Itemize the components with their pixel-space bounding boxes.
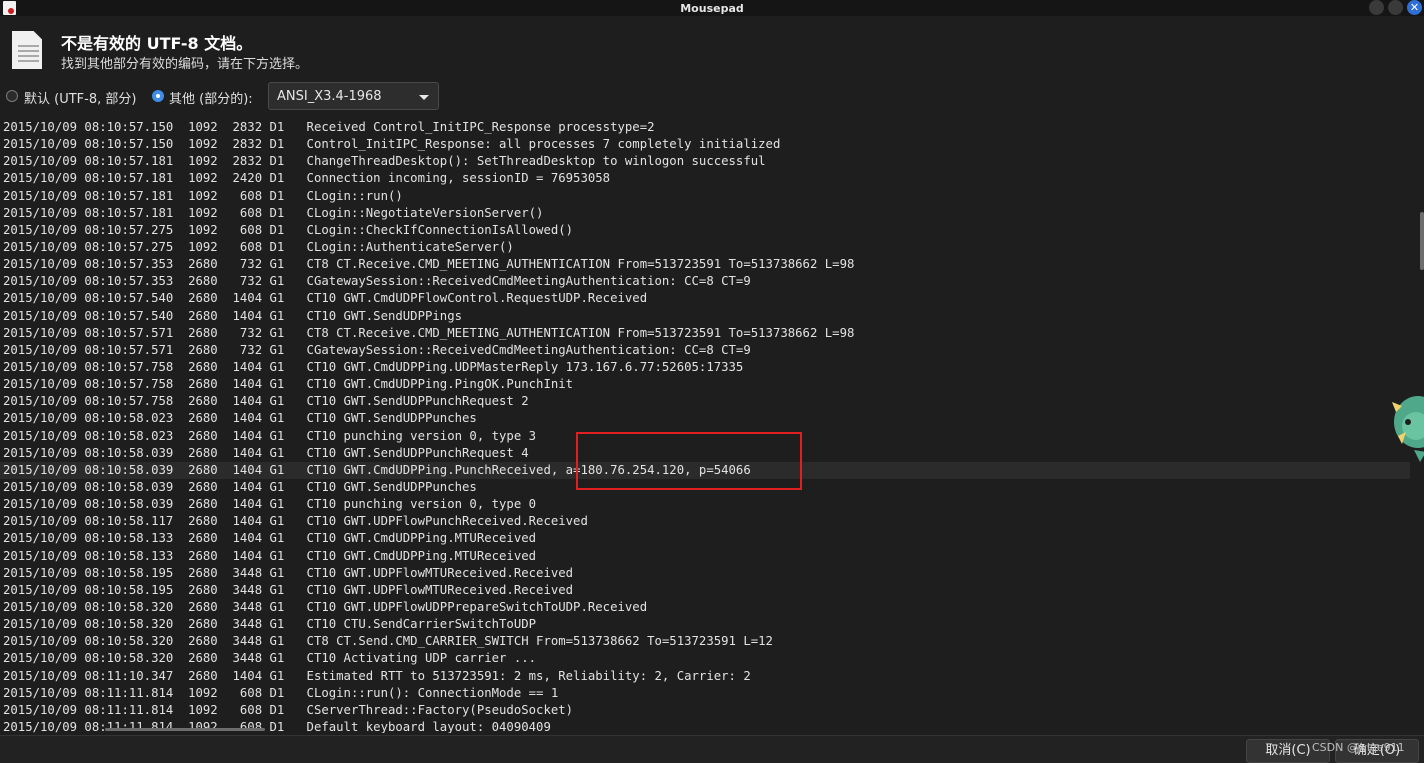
log-line: 2015/10/09 08:10:57.758 2680 1404 G1 CT1… [3, 377, 574, 392]
maximize-icon[interactable] [1388, 0, 1403, 15]
log-line: 2015/10/09 08:10:57.540 2680 1404 G1 CT1… [3, 308, 463, 323]
log-lines: 2015/10/09 08:10:57.150 1092 2832 D1 Rec… [0, 119, 1410, 733]
encoding-selector-row: 默认 (UTF-8, 部分) 其他 (部分的): ANSI_X3.4-1968 [0, 80, 1424, 112]
log-line: 2015/10/09 08:10:57.181 1092 608 D1 CLog… [3, 188, 403, 203]
log-line: 2015/10/09 08:10:58.117 2680 1404 G1 CT1… [3, 514, 588, 529]
warning-title: 不是有效的 UTF-8 文档。 [61, 34, 253, 53]
log-line: 2015/10/09 08:10:58.320 2680 3448 G1 CT1… [3, 617, 537, 632]
mascot-sticker-icon [1392, 396, 1424, 462]
chevron-down-icon [419, 95, 429, 100]
mousepad-app-icon [3, 1, 16, 15]
log-line: 2015/10/09 08:10:58.133 2680 1404 G1 CT1… [3, 548, 537, 563]
encoding-warning-bar: 不是有效的 UTF-8 文档。 找到其他部分有效的编码，请在下方选择。 [0, 16, 1424, 78]
log-line: 2015/10/09 08:10:57.275 1092 608 D1 CLog… [3, 222, 574, 237]
log-line: 2015/10/09 08:10:57.181 1092 2832 D1 Cha… [3, 154, 766, 169]
log-line: 2015/10/09 08:10:58.133 2680 1404 G1 CT1… [3, 531, 537, 546]
log-line: 2015/10/09 08:10:58.039 2680 1404 G1 CT1… [3, 497, 537, 512]
log-line: 2015/10/09 08:10:58.320 2680 3448 G1 CT1… [3, 599, 648, 614]
highlight-annotation-box [576, 432, 802, 490]
title-bar: Mousepad ✕ [0, 0, 1424, 16]
log-line: 2015/10/09 08:10:58.320 2680 3448 G1 CT1… [3, 651, 537, 666]
log-line: 2015/10/09 08:10:58.023 2680 1404 G1 CT1… [3, 411, 477, 426]
csdn-watermark: CSDN @wlqe911 [1312, 741, 1405, 754]
log-line: 2015/10/09 08:10:58.195 2680 3448 G1 CT1… [3, 582, 574, 597]
log-line: 2015/10/09 08:11:11.814 1092 608 D1 CSer… [3, 702, 574, 717]
log-line: 2015/10/09 08:10:57.275 1092 608 D1 CLog… [3, 239, 514, 254]
log-line: 2015/10/09 08:10:57.540 2680 1404 G1 CT1… [3, 291, 648, 306]
default-encoding-label[interactable]: 默认 (UTF-8, 部分) [24, 88, 136, 107]
window-controls: ✕ [1369, 0, 1422, 15]
log-line: 2015/10/09 08:10:57.150 1092 2832 D1 Con… [3, 137, 781, 152]
other-encoding-label[interactable]: 其他 (部分的): [169, 88, 253, 107]
log-line: 2015/10/09 08:10:57.571 2680 732 G1 CT8 … [3, 325, 855, 340]
log-line: 2015/10/09 08:10:58.195 2680 3448 G1 CT1… [3, 565, 574, 580]
encoding-dropdown[interactable]: ANSI_X3.4-1968 [268, 82, 439, 110]
log-line: 2015/10/09 08:10:57.758 2680 1404 G1 CT1… [3, 359, 744, 374]
encoding-dropdown-value: ANSI_X3.4-1968 [277, 89, 382, 104]
text-editor-view[interactable]: 2015/10/09 08:10:57.150 1092 2832 D1 Rec… [0, 117, 1424, 733]
window-title: Mousepad [680, 1, 744, 15]
log-line: 2015/10/09 08:11:10.347 2680 1404 G1 Est… [3, 668, 751, 683]
log-line: 2015/10/09 08:10:57.353 2680 732 G1 CGat… [3, 274, 751, 289]
document-icon [12, 31, 42, 69]
minimize-icon[interactable] [1369, 0, 1384, 15]
log-line: 2015/10/09 08:10:57.571 2680 732 G1 CGat… [3, 342, 751, 357]
log-line: 2015/10/09 08:10:57.353 2680 732 G1 CT8 … [3, 257, 855, 272]
log-line: 2015/10/09 08:10:57.181 1092 608 D1 CLog… [3, 205, 544, 220]
log-line: 2015/10/09 08:10:57.181 1092 2420 D1 Con… [3, 171, 611, 186]
warning-subtitle: 找到其他部分有效的编码，请在下方选择。 [61, 57, 309, 72]
other-encoding-radio[interactable] [152, 90, 164, 102]
vertical-scrollbar[interactable] [1420, 212, 1424, 270]
log-line: 2015/10/09 08:10:57.758 2680 1404 G1 CT1… [3, 394, 529, 409]
close-icon[interactable]: ✕ [1407, 0, 1422, 15]
log-line: 2015/10/09 08:11:11.814 1092 608 D1 CLog… [3, 685, 559, 700]
dialog-footer: 取消(C) 确定(O) CSDN @wlqe911 [0, 735, 1424, 763]
horizontal-scrollbar[interactable] [105, 728, 265, 731]
log-line: 2015/10/09 08:10:58.320 2680 3448 G1 CT8… [3, 634, 773, 649]
log-line: 2015/10/09 08:10:57.150 1092 2832 D1 Rec… [3, 120, 655, 134]
default-encoding-radio[interactable] [6, 90, 18, 102]
